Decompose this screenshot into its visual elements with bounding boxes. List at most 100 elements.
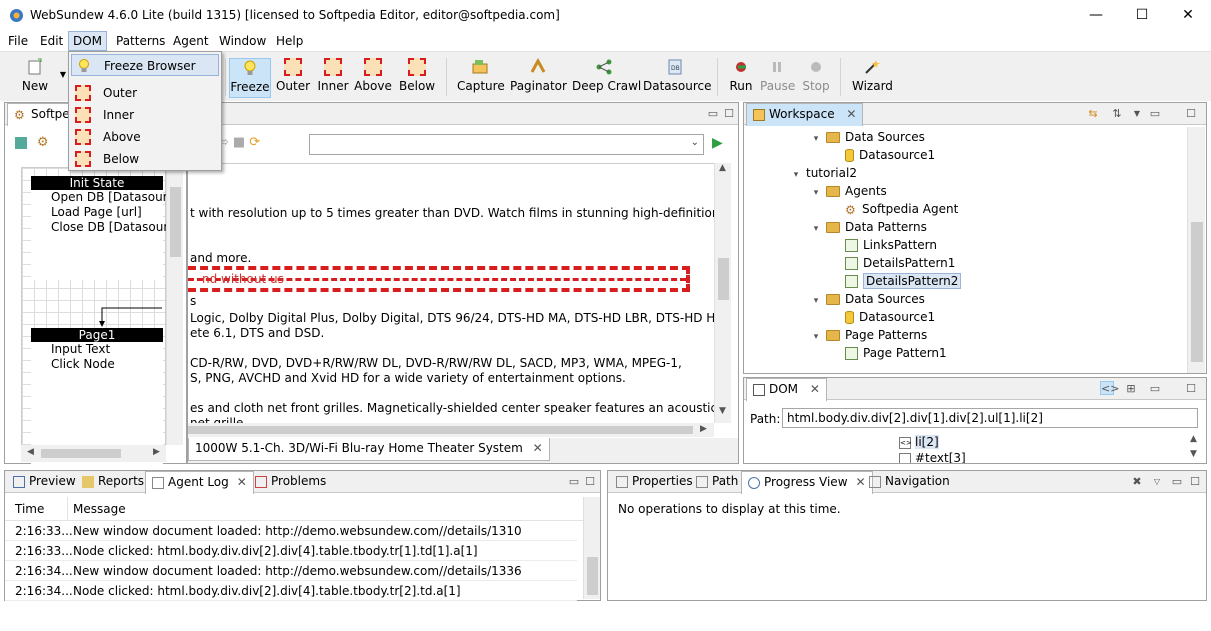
menu-item-below[interactable]: Below [71,148,219,170]
tab-workspace[interactable]: Workspace ✕ [746,103,864,126]
tab-dom[interactable]: DOM ✕ [746,378,827,401]
scroll-left-arrow-icon[interactable]: ◀ [27,447,34,457]
go-play-icon[interactable]: ▶ [712,135,728,151]
scroll-down-arrow-icon[interactable]: ▼ [719,406,726,416]
maximize-view-icon[interactable]: ☐ [1184,107,1198,121]
datasource-button[interactable]: DB Datasource [643,58,712,98]
tab-reports[interactable]: Reports [76,471,150,493]
close-tab-icon[interactable]: ✕ [810,382,820,396]
scroll-right-arrow-icon[interactable]: ▶ [153,447,160,457]
tree-item[interactable]: DetailsPattern1 [829,254,955,272]
tab-progress-view[interactable]: Progress View ✕ [741,471,873,494]
dom-tag-icon[interactable]: <> [1100,381,1119,395]
menu-dom[interactable]: DOM [68,31,108,51]
scroll-thumb[interactable] [41,449,121,458]
init-state-node[interactable]: Init State Open DB [Datasource Load Page… [31,176,182,280]
dom-node[interactable]: #text[3] [899,449,966,463]
log-vertical-scrollbar[interactable] [583,497,600,599]
link-with-editor-icon[interactable]: ⇆ [1086,107,1100,121]
tab-agent-log[interactable]: Agent Log ✕ [145,471,254,494]
scroll-thumb[interactable] [718,258,729,300]
menu-agent[interactable]: Agent [169,31,213,51]
new-button[interactable]: New [18,58,52,98]
expand-chevron-icon[interactable]: ▾ [810,184,822,202]
tree-item[interactable]: ▾ Agents [810,182,887,200]
tab-navigation[interactable]: Navigation [863,471,956,493]
selected-node-highlight[interactable]: nd without us [188,266,690,292]
stop-button[interactable]: Stop [801,58,831,98]
browser-vertical-scrollbar[interactable]: ▲ ▼ [714,163,731,423]
menu-help[interactable]: Help [272,31,307,51]
expand-all-icon[interactable]: ⊞ [1124,382,1138,396]
maximize-button[interactable]: ☐ [1119,0,1165,31]
maximize-view-icon[interactable]: ☐ [1184,382,1198,396]
table-row[interactable]: 2:16:34... Node clicked: html.body.div.di… [5,581,577,601]
stop-page-icon[interactable]: ■ [233,135,249,150]
remove-all-icon[interactable]: ✖ [1130,475,1144,489]
wizard-button[interactable]: Wizard [852,58,893,98]
expand-chevron-icon[interactable]: ▾ [790,166,802,184]
url-input[interactable]: ⌄ [309,134,704,155]
scroll-thumb[interactable] [170,187,181,257]
outer-button[interactable]: Outer [275,58,311,98]
table-row[interactable]: 2:16:34... New window document loaded: ht… [5,561,577,581]
tab-softpedia-agent[interactable]: ⚙ Softpe [7,103,77,126]
tree-item[interactable]: Datasource1 [829,146,935,164]
tab-properties[interactable]: Properties [610,471,699,493]
close-tab-icon[interactable]: ✕ [846,107,856,121]
maximize-view-icon[interactable]: ☐ [722,107,736,121]
settings-gear-icon[interactable]: ⚙ [37,136,49,149]
tree-item[interactable]: ▾ Data Sources [810,128,925,146]
minimize-view-icon[interactable]: ▭ [567,475,581,489]
menu-item-inner[interactable]: Inner [71,104,219,126]
scroll-right-arrow-icon[interactable]: ▶ [700,424,707,434]
tree-item[interactable]: Page Pattern1 [829,344,947,362]
scroll-up-arrow-icon[interactable]: ▲ [719,163,726,173]
menu-item-above[interactable]: Above [71,126,219,148]
run-button[interactable]: Run [727,58,755,98]
close-tab-icon[interactable]: ✕ [533,441,543,455]
table-row[interactable]: 2:16:33... New window document loaded: ht… [5,521,577,541]
minimize-view-icon[interactable]: ▭ [1170,475,1184,489]
pause-button[interactable]: Pause [760,58,795,98]
url-dropdown-arrow-icon[interactable]: ⌄ [691,137,699,148]
deep-crawl-button[interactable]: Deep Crawl [572,58,641,98]
freeze-button[interactable]: Freeze [229,58,271,98]
close-tab-icon[interactable]: ✕ [237,475,247,489]
menu-item-freeze-browser[interactable]: Freeze Browser [71,54,219,76]
scroll-thumb[interactable] [587,557,598,595]
tree-item[interactable]: ▾ Page Patterns [810,326,928,346]
scroll-thumb[interactable] [1191,222,1203,362]
path-input[interactable]: html.body.div.div[2].div[1].div[2].ul[1]… [782,408,1198,428]
scroll-thumb[interactable] [188,426,693,434]
menu-file[interactable]: File [4,31,32,51]
tab-problems[interactable]: Problems [249,471,332,493]
column-message[interactable]: Message [73,502,126,516]
menu-patterns[interactable]: Patterns [112,31,169,51]
view-menu-arrow-icon[interactable]: ▽ [1150,475,1164,489]
expand-chevron-icon[interactable]: ▾ [810,292,822,310]
minimize-view-icon[interactable]: ▭ [1148,382,1162,396]
tab-preview[interactable]: Preview [7,471,82,493]
tree-item[interactable]: ▾ Data Sources [810,290,925,308]
tree-item[interactable]: ▾ tutorial2 [790,164,857,182]
scroll-down-arrow-icon[interactable]: ▼ [1190,449,1197,459]
scroll-up-arrow-icon[interactable]: ▲ [1190,434,1197,444]
menu-window[interactable]: Window [215,31,270,51]
minimize-button[interactable]: — [1073,0,1119,31]
table-row[interactable]: 2:16:33... Node clicked: html.body.div.di… [5,541,577,561]
diagram-vertical-scrollbar[interactable] [166,167,183,445]
expand-chevron-icon[interactable]: ▾ [810,220,822,238]
capture-button[interactable]: Capture [457,58,505,98]
paginator-button[interactable]: Paginator [510,57,567,98]
workspace-vertical-scrollbar[interactable] [1187,127,1205,373]
menu-item-outer[interactable]: Outer [71,82,219,104]
expand-chevron-icon[interactable]: ▾ [810,328,822,346]
sort-icon[interactable]: ⇅ [1110,107,1124,121]
tree-item[interactable]: ⚙ Softpedia Agent [829,200,958,218]
view-menu-arrow-icon[interactable]: ▼ [1130,107,1144,121]
tab-product-page[interactable]: 1000W 5.1-Ch. 3D/Wi-Fi Blu-ray Home Thea… [188,438,550,461]
tab-path[interactable]: Path [690,471,744,493]
tree-item[interactable]: DetailsPattern2 [829,272,962,290]
minimize-view-icon[interactable]: ▭ [1148,107,1162,121]
